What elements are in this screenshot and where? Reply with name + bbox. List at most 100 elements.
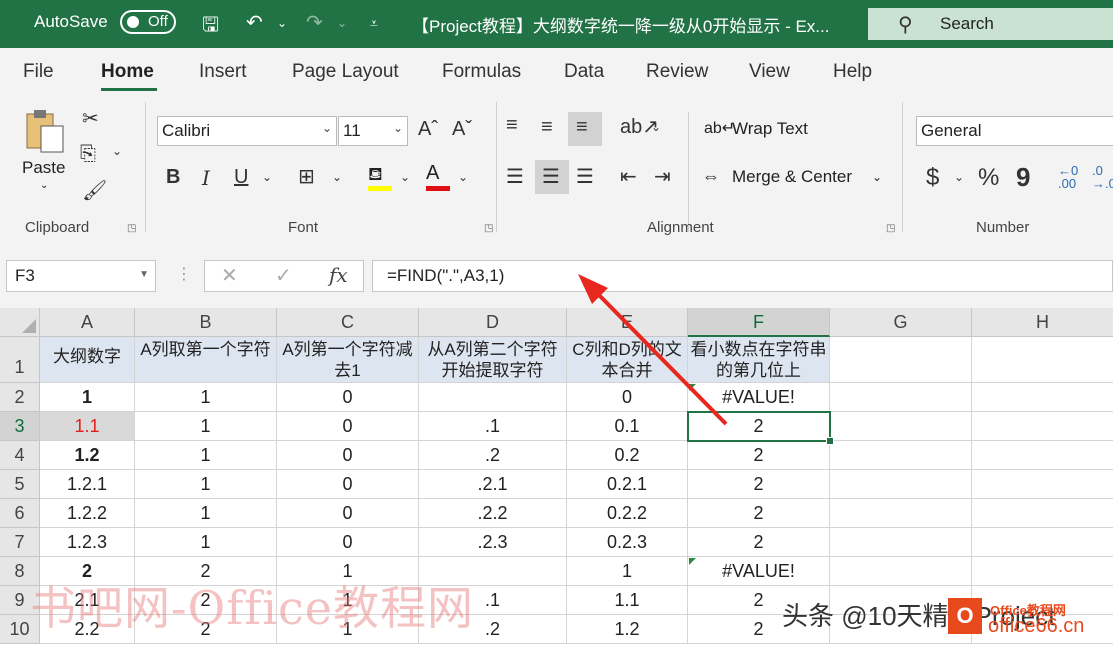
font-size-select[interactable]: 11 ⌄ — [338, 116, 408, 146]
cell-C5[interactable]: 0 — [277, 470, 419, 499]
column-header[interactable]: E — [567, 308, 688, 337]
align-right-icon[interactable]: ☰ — [576, 164, 594, 189]
bold-button[interactable]: B — [166, 166, 180, 189]
cell-C7[interactable]: 0 — [277, 528, 419, 557]
cell-A5[interactable]: 1.2.1 — [40, 470, 135, 499]
cell-A6[interactable]: 1.2.2 — [40, 499, 135, 528]
cell-E6[interactable]: 0.2.2 — [567, 499, 688, 528]
cell-F6[interactable]: 2 — [688, 499, 830, 528]
cell-E4[interactable]: 0.2 — [567, 441, 688, 470]
cell-F5[interactable]: 2 — [688, 470, 830, 499]
row-header[interactable]: 1 — [0, 337, 40, 383]
cell-H3[interactable] — [972, 412, 1113, 441]
fill-color-dropdown-icon[interactable]: ⌄ — [400, 170, 410, 184]
cell-H6[interactable] — [972, 499, 1113, 528]
format-painter-icon[interactable]: 🖌 — [82, 178, 107, 203]
column-header[interactable]: C — [277, 308, 419, 337]
cell-H8[interactable] — [972, 557, 1113, 586]
align-center-button[interactable]: ☰ — [535, 160, 569, 194]
cell-E10[interactable]: 1.2 — [567, 615, 688, 644]
cell-D1[interactable]: 从A列第二个字符开始提取字符 — [419, 337, 567, 383]
cut-icon[interactable]: ✂ — [82, 106, 99, 131]
cell-E3[interactable]: 0.1 — [567, 412, 688, 441]
row-header[interactable]: 5 — [0, 470, 40, 499]
cell-G4[interactable] — [830, 441, 972, 470]
row-header[interactable]: 6 — [0, 499, 40, 528]
cell-G3[interactable] — [830, 412, 972, 441]
redo-dropdown-icon[interactable]: ⌄ — [337, 16, 347, 30]
cell-A3[interactable]: 1.1 — [40, 412, 135, 441]
cell-F1[interactable]: 看小数点在字符串的第几位上 — [688, 337, 830, 383]
align-middle-icon[interactable]: ≡ — [541, 116, 553, 139]
column-header[interactable]: A — [40, 308, 135, 337]
increase-decimal-icon[interactable]: ←0.00 — [1058, 164, 1078, 190]
name-box[interactable]: F3 ▼ — [6, 260, 156, 292]
save-icon[interactable]: 🖫 — [202, 10, 219, 44]
cell-E2[interactable]: 0 — [567, 383, 688, 412]
row-header[interactable]: 4 — [0, 441, 40, 470]
cell-A2[interactable]: 1 — [40, 383, 135, 412]
cell-D3[interactable]: .1 — [419, 412, 567, 441]
cancel-icon[interactable]: ✕ — [221, 263, 238, 288]
clipboard-launcher-icon[interactable]: ◳ — [127, 223, 136, 234]
cell-G1[interactable] — [830, 337, 972, 383]
cell-E1[interactable]: C列和D列的文本合并 — [567, 337, 688, 383]
row-header[interactable]: 7 — [0, 528, 40, 557]
cell-A1[interactable]: 大纲数字 — [40, 337, 135, 383]
autosave-toggle[interactable]: Off — [120, 10, 176, 34]
tab-formulas[interactable]: Formulas — [442, 61, 521, 83]
cell-B6[interactable]: 1 — [135, 499, 277, 528]
font-color-dropdown-icon[interactable]: ⌄ — [458, 170, 468, 184]
align-top-icon[interactable]: ≡ — [506, 114, 518, 137]
cell-C2[interactable]: 0 — [277, 383, 419, 412]
font-launcher-icon[interactable]: ◳ — [484, 223, 493, 234]
currency-button[interactable]: $ — [926, 164, 939, 192]
increase-indent-icon[interactable]: ⇥ — [654, 164, 671, 189]
alignment-launcher-icon[interactable]: ◳ — [886, 223, 895, 234]
currency-dropdown-icon[interactable]: ⌄ — [954, 170, 964, 184]
cell-B2[interactable]: 1 — [135, 383, 277, 412]
cell-D4[interactable]: .2 — [419, 441, 567, 470]
align-left-icon[interactable]: ☰ — [506, 164, 524, 189]
font-name-select[interactable]: Calibri ⌄ — [157, 116, 337, 146]
tab-page-layout[interactable]: Page Layout — [292, 61, 399, 83]
increase-font-icon[interactable]: Aˆ — [418, 118, 438, 141]
percent-button[interactable]: % — [978, 164, 999, 192]
cell-H2[interactable] — [972, 383, 1113, 412]
align-bottom-button[interactable]: ≡ — [568, 112, 602, 146]
cell-F8[interactable]: #VALUE! — [688, 557, 830, 586]
cell-B4[interactable]: 1 — [135, 441, 277, 470]
font-color-icon[interactable]: A — [426, 162, 450, 192]
decrease-indent-icon[interactable]: ⇤ — [620, 164, 637, 189]
column-header[interactable]: B — [135, 308, 277, 337]
cell-C6[interactable]: 0 — [277, 499, 419, 528]
cell-F4[interactable]: 2 — [688, 441, 830, 470]
cell-G5[interactable] — [830, 470, 972, 499]
error-indicator-icon[interactable] — [689, 558, 696, 565]
cell-G6[interactable] — [830, 499, 972, 528]
number-format-select[interactable]: General — [916, 116, 1113, 146]
cell-B7[interactable]: 1 — [135, 528, 277, 557]
select-all-corner[interactable] — [0, 308, 40, 337]
customize-toolbar-icon[interactable]: ⩡ — [370, 15, 378, 32]
enter-icon[interactable]: ✓ — [275, 263, 292, 288]
tab-data[interactable]: Data — [564, 61, 604, 83]
cell-B5[interactable]: 1 — [135, 470, 277, 499]
borders-dropdown-icon[interactable]: ⌄ — [332, 170, 342, 184]
formula-input[interactable]: =FIND(".",A3,1) — [372, 260, 1113, 292]
cell-D2[interactable] — [419, 383, 567, 412]
cell-H4[interactable] — [972, 441, 1113, 470]
column-header-selected[interactable]: F — [688, 308, 830, 337]
borders-icon[interactable]: ⊞ — [298, 164, 315, 189]
italic-button[interactable]: I — [202, 166, 210, 190]
search-box[interactable]: ⚲ Search — [868, 8, 1113, 40]
cell-E8[interactable]: 1 — [567, 557, 688, 586]
fill-handle[interactable] — [826, 437, 834, 445]
tab-home[interactable]: Home — [101, 61, 154, 83]
cell-F7[interactable]: 2 — [688, 528, 830, 557]
cell-D5[interactable]: .2.1 — [419, 470, 567, 499]
cell-G8[interactable] — [830, 557, 972, 586]
undo-icon[interactable]: ↶ — [246, 10, 263, 35]
insert-function-icon[interactable]: fx — [329, 263, 348, 287]
column-header[interactable]: G — [830, 308, 972, 337]
